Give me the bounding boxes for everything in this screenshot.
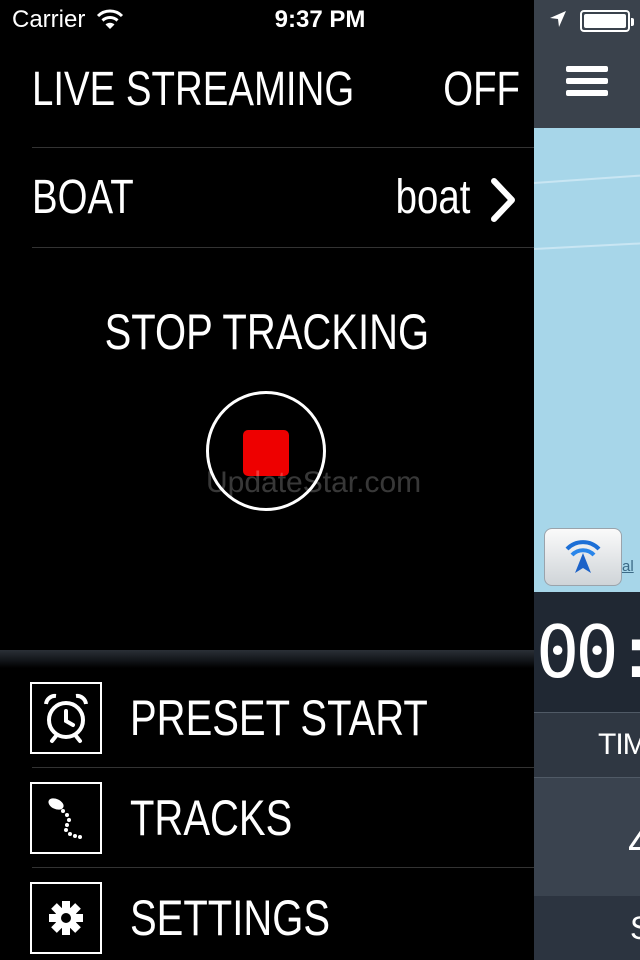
footer-label: S <box>630 910 640 947</box>
alarm-clock-icon <box>30 682 102 754</box>
location-signal-icon <box>565 540 601 573</box>
hamburger-icon[interactable] <box>566 66 610 98</box>
battery-icon <box>580 10 634 32</box>
data-cell-value: 4 <box>628 818 640 868</box>
boat-row[interactable]: BOAT boat <box>32 148 534 248</box>
live-streaming-label: LIVE STREAMING <box>32 63 355 116</box>
track-path-icon <box>30 782 102 854</box>
menu-item-preset-start[interactable]: PRESET START <box>0 668 534 768</box>
footer-row <box>534 896 640 960</box>
background-app-view: al 00: TIM 4 S <box>534 0 640 960</box>
gear-icon <box>30 882 102 954</box>
chevron-right-icon <box>491 178 515 222</box>
column-header-time: TIM <box>598 728 640 761</box>
menu-item-tracks[interactable]: TRACKS <box>0 768 534 868</box>
live-streaming-row[interactable]: LIVE STREAMING OFF <box>32 40 534 140</box>
data-cell <box>534 778 640 896</box>
map-view[interactable]: al <box>534 128 640 592</box>
section-divider <box>0 650 534 668</box>
stop-tracking-title: STOP TRACKING <box>104 304 430 360</box>
menu-item-settings[interactable]: SETTINGS <box>0 868 534 960</box>
map-legal-link[interactable]: al <box>622 558 634 575</box>
menu-label-tracks: TRACKS <box>130 790 293 846</box>
status-clock: 9:37 PM <box>274 6 366 33</box>
status-bar: Carrier 9:37 PM <box>0 0 640 40</box>
location-arrow-icon <box>550 11 566 27</box>
watermark: UpdateStar.com <box>206 466 422 499</box>
locate-me-button[interactable] <box>544 528 622 586</box>
live-streaming-value: OFF <box>443 63 520 116</box>
boat-value: boat <box>395 171 470 224</box>
map-road-line <box>534 172 640 184</box>
row-divider <box>32 247 534 248</box>
map-road-line <box>534 240 640 250</box>
menu-label-settings: SETTINGS <box>130 890 331 946</box>
boat-label: BOAT <box>32 171 134 224</box>
timer-display: 00: <box>534 592 640 712</box>
side-drawer: LIVE STREAMING OFF BOAT boat STOP TRACKI… <box>0 0 534 960</box>
menu-label-preset-start: PRESET START <box>130 690 428 746</box>
